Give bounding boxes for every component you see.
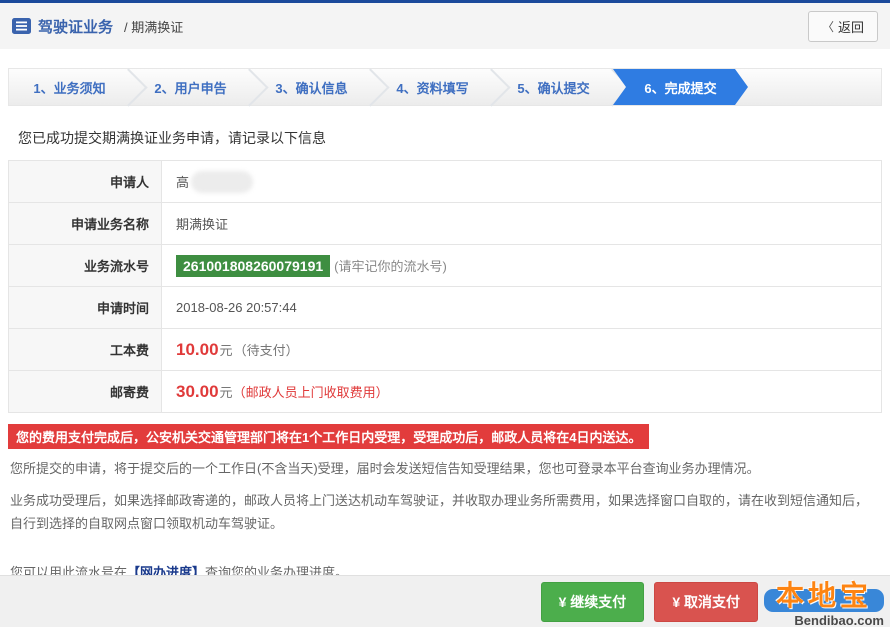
page: 驾驶证业务 / 期满换证 〈 返回 1、业务须知 2、用户申告 3、确认信息 4… <box>0 0 890 634</box>
step-1-business-notice[interactable]: 1、业务须知 <box>9 69 130 105</box>
page-title: 驾驶证业务 <box>38 16 113 37</box>
postage-fee-amount: 30.00 <box>176 382 219 402</box>
bendibao-watermark: 本地宝 Bendibao.com <box>762 580 886 628</box>
table-row: 申请时间 2018-08-26 20:57:44 <box>9 287 881 329</box>
table-row: 申请人 高 <box>9 161 881 203</box>
application-info-table: 申请人 高 申请业务名称 期满换证 业务流水号 2610018082600791… <box>8 160 882 413</box>
bendibao-logo-en: Bendibao.com <box>762 613 886 628</box>
apply-time: 2018-08-26 20:57:44 <box>176 300 297 315</box>
fee-unit: 元 <box>220 382 233 401</box>
applicant-name: 高 <box>176 172 189 191</box>
row-value-production-fee: 10.00 元 （待支付） <box>162 329 881 370</box>
back-button[interactable]: 〈 返回 <box>808 11 878 42</box>
breadcrumb: 驾驶证业务 / 期满换证 <box>12 16 808 37</box>
row-value-business-name: 期满换证 <box>162 203 881 244</box>
step-6-complete-submit[interactable]: 6、完成提交 <box>613 69 748 105</box>
row-label-postage-fee: 邮寄费 <box>9 371 162 412</box>
cancel-payment-button[interactable]: ¥ 取消支付 <box>654 582 758 622</box>
back-button-label: 返回 <box>838 17 864 36</box>
production-fee-amount: 10.00 <box>176 340 219 360</box>
row-value-serial-number: 261001808260079191 (请牢记你的流水号) <box>162 245 881 286</box>
info-paragraph-1: 您所提交的申请，将于提交后的一个工作日(不含当天)受理，届时会发送短信告知受理结… <box>10 458 880 481</box>
redaction-blur <box>191 171 253 193</box>
row-label-serial-number: 业务流水号 <box>9 245 162 286</box>
bendibao-logo-cn: 本地宝 <box>762 580 886 612</box>
step-3-confirm-info[interactable]: 3、确认信息 <box>251 69 372 105</box>
payment-alert-banner: 您的费用支付完成后，公安机关交通管理部门将在1个工作日内受理，受理成功后，邮政人… <box>8 424 649 449</box>
wizard-step-bar: 1、业务须知 2、用户申告 3、确认信息 4、资料填写 5、确认提交 6、完成提… <box>8 68 882 106</box>
table-row: 业务流水号 261001808260079191 (请牢记你的流水号) <box>9 245 881 287</box>
table-row: 邮寄费 30.00 元 （邮政人员上门收取费用） <box>9 371 881 412</box>
row-value-postage-fee: 30.00 元 （邮政人员上门收取费用） <box>162 371 881 412</box>
serial-number-badge: 261001808260079191 <box>176 255 330 277</box>
step-2-user-declaration[interactable]: 2、用户申告 <box>130 69 251 105</box>
row-value-applicant: 高 <box>162 161 881 202</box>
postage-fee-note: （邮政人员上门收取费用） <box>233 382 389 401</box>
breadcrumb-current: / 期满换证 <box>124 17 183 36</box>
table-row: 申请业务名称 期满换证 <box>9 203 881 245</box>
chevron-left-icon: 〈 <box>822 18 834 35</box>
row-label-applicant: 申请人 <box>9 161 162 202</box>
success-message: 您已成功提交期满换证业务申请，请记录以下信息 <box>18 128 872 148</box>
bendibao-logo: 本地宝 <box>762 580 886 612</box>
production-fee-note: （待支付） <box>234 340 299 359</box>
row-label-production-fee: 工本费 <box>9 329 162 370</box>
row-label-apply-time: 申请时间 <box>9 287 162 328</box>
continue-payment-button[interactable]: ¥ 继续支付 <box>541 582 645 622</box>
step-4-fill-data[interactable]: 4、资料填写 <box>372 69 493 105</box>
business-name: 期满换证 <box>176 214 228 233</box>
row-label-business-name: 申请业务名称 <box>9 203 162 244</box>
serial-number-note: (请牢记你的流水号) <box>334 256 447 275</box>
step-5-confirm-submit[interactable]: 5、确认提交 <box>493 69 614 105</box>
row-value-apply-time: 2018-08-26 20:57:44 <box>162 287 881 328</box>
list-icon <box>12 18 31 34</box>
fee-unit: 元 <box>220 340 233 359</box>
info-paragraph-2: 业务成功受理后，如果选择邮政寄递的，邮政人员将上门送达机动车驾驶证，并收取办理业… <box>10 490 880 536</box>
alert-banner-wrap: 您的费用支付完成后，公安机关交通管理部门将在1个工作日内受理，受理成功后，邮政人… <box>8 424 882 449</box>
page-header: 驾驶证业务 / 期满换证 〈 返回 <box>0 3 890 49</box>
table-row: 工本费 10.00 元 （待支付） <box>9 329 881 371</box>
footer-action-bar: ¥ 继续支付 ¥ 取消支付 <box>0 575 890 627</box>
